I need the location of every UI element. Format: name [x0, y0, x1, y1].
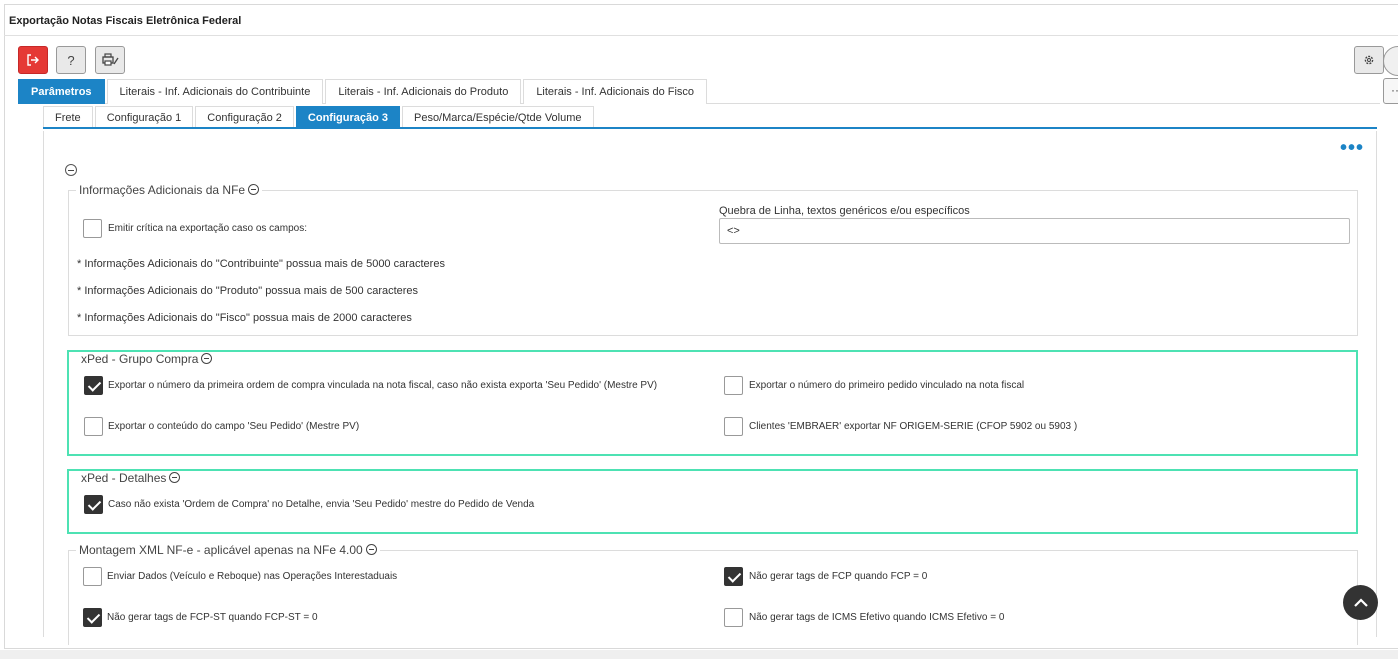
veiculo-reboque-label: Enviar Dados (Veículo e Reboque) nas Ope…	[107, 571, 398, 582]
main-tabs: Parâmetros Literais - Inf. Adicionais do…	[18, 79, 1380, 104]
icms-efetivo-checkbox[interactable]	[724, 608, 743, 627]
montagem-legend: Montagem XML NF-e - aplicável apenas na …	[76, 543, 380, 557]
collapse-icon[interactable]	[201, 353, 213, 364]
fcp-checkbox[interactable]	[724, 567, 743, 586]
emitir-critica-checkbox[interactable]	[83, 219, 102, 238]
tab-parametros[interactable]: Parâmetros	[18, 79, 105, 104]
collapse-icon[interactable]	[248, 184, 260, 195]
emitir-critica-label: Emitir crítica na exportação caso os cam…	[108, 223, 307, 234]
tab-literais-fisco[interactable]: Literais - Inf. Adicionais do Fisco	[523, 79, 708, 104]
xped-detalhes-title: xPed - Detalhes	[81, 471, 167, 485]
tab-literais-contribuinte[interactable]: Literais - Inf. Adicionais do Contribuin…	[106, 79, 324, 104]
xped-primeiro-pedido-label: Exportar o número do primeiro pedido vin…	[749, 380, 1025, 391]
note-produto: * Informações Adicionais do "Produto" po…	[77, 285, 419, 297]
subtab-configuracao-3[interactable]: Configuração 3	[295, 106, 400, 128]
subtab-configuracao-2[interactable]: Configuração 2	[195, 106, 294, 128]
tab-literais-produto[interactable]: Literais - Inf. Adicionais do Produto	[325, 79, 522, 104]
collapse-icon[interactable]	[365, 544, 377, 555]
exit-button[interactable]	[18, 46, 48, 74]
xped-compra-title: xPed - Grupo Compra	[81, 352, 199, 366]
sub-tabs: Frete Configuração 1 Configuração 2 Conf…	[43, 106, 596, 128]
collapse-icon[interactable]	[169, 472, 181, 483]
scroll-to-top-button[interactable]	[1343, 585, 1378, 620]
xped-compra-fieldset	[67, 350, 1358, 456]
fcp-st-checkbox[interactable]	[83, 608, 102, 627]
info-adicionais-title: Informações Adicionais da NFe	[79, 183, 246, 197]
xped-seu-pedido-label: Exportar o conteúdo do campo 'Seu Pedido…	[108, 421, 360, 432]
printer-icon	[102, 53, 119, 66]
more-options-button[interactable]: •••	[1340, 138, 1364, 158]
quebra-linha-label: Quebra de Linha, textos genéricos e/ou e…	[719, 205, 970, 217]
settings-button[interactable]	[1354, 46, 1384, 74]
quebra-linha-input[interactable]	[719, 218, 1350, 244]
subtab-configuracao-1[interactable]: Configuração 1	[94, 106, 194, 128]
xped-detalhes-checkbox[interactable]	[84, 495, 103, 514]
xped-ordem-compra-checkbox[interactable]	[84, 376, 103, 395]
note-fisco: * Informações Adicionais do "Fisco" poss…	[77, 312, 412, 324]
subtab-frete[interactable]: Frete	[43, 106, 93, 128]
info-adicionais-legend: Informações Adicionais da NFe	[76, 183, 263, 197]
fcp-label: Não gerar tags de FCP quando FCP = 0	[749, 571, 928, 582]
icms-efetivo-label: Não gerar tags de ICMS Efetivo quando IC…	[749, 612, 1005, 623]
collapse-all-icon[interactable]	[65, 164, 77, 176]
subtab-peso-marca[interactable]: Peso/Marca/Espécie/Qtde Volume	[401, 106, 594, 128]
fcp-st-label: Não gerar tags de FCP-ST quando FCP-ST =…	[107, 612, 318, 623]
xped-detalhes-legend: xPed - Detalhes	[78, 471, 184, 485]
xped-ordem-compra-label: Exportar o número da primeira ordem de c…	[108, 380, 658, 391]
print-button[interactable]	[95, 46, 125, 74]
window-title: Exportação Notas Fiscais Eletrônica Fede…	[4, 4, 1398, 36]
note-contribuinte: * Informações Adicionais do "Contribuint…	[77, 258, 445, 270]
side-menu-button[interactable]: ··	[1383, 78, 1398, 104]
montagem-title: Montagem XML NF-e - aplicável apenas na …	[79, 543, 363, 557]
bottom-strip	[0, 650, 1398, 659]
xped-primeiro-pedido-checkbox[interactable]	[724, 376, 743, 395]
help-button[interactable]: ?	[56, 46, 86, 74]
xped-compra-legend: xPed - Grupo Compra	[78, 352, 216, 366]
xped-embraer-checkbox[interactable]	[724, 417, 743, 436]
exit-icon	[27, 54, 39, 66]
veiculo-reboque-checkbox[interactable]	[83, 567, 102, 586]
xped-embraer-label: Clientes 'EMBRAER' exportar NF ORIGEM-SE…	[749, 421, 1078, 432]
xped-seu-pedido-checkbox[interactable]	[84, 417, 103, 436]
gear-icon	[1364, 55, 1374, 65]
xped-detalhes-label: Caso não exista 'Ordem de Compra' no Det…	[108, 499, 535, 510]
subtab-underline	[43, 127, 1377, 129]
montagem-fieldset	[68, 550, 1358, 645]
chevron-up-icon	[1353, 597, 1368, 607]
